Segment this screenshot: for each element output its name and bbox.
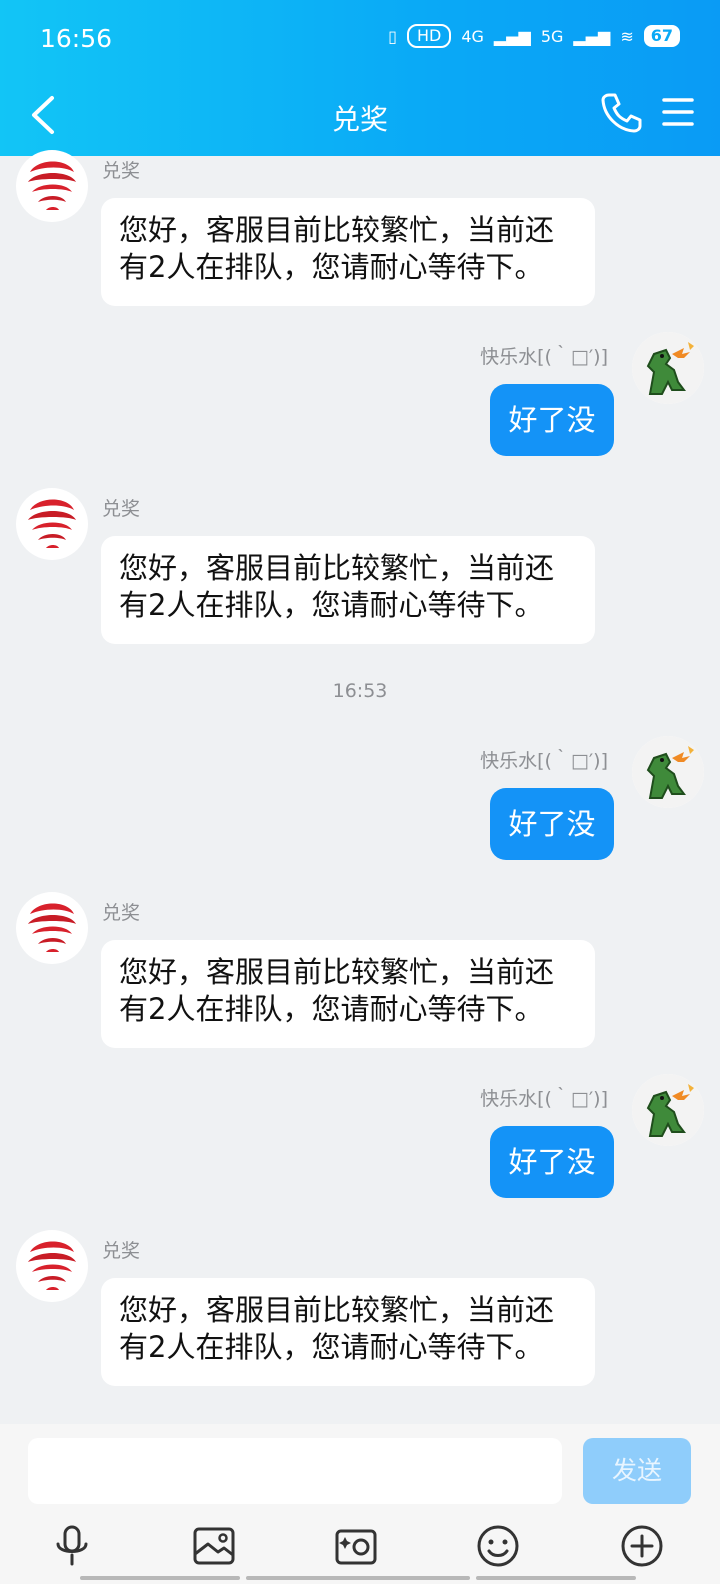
camera-icon[interactable] [334, 1524, 378, 1568]
bot-avatar[interactable] [16, 488, 88, 560]
network-5g-label: 5G [540, 26, 564, 46]
gesture-bar-segment [80, 1576, 240, 1580]
signal-4g-icon: ▂▄▆ [493, 26, 531, 46]
menu-icon[interactable] [662, 94, 694, 130]
composer: 发送 [0, 1424, 720, 1584]
sender-name: 快乐水[(｀□′)] [480, 1088, 608, 1110]
gesture-bar-segment [246, 1576, 470, 1580]
bot-logo-icon [18, 894, 86, 962]
user-avatar[interactable] [632, 1074, 704, 1146]
app-header: 16:56 ▯ HD 4G ▂▄▆ 5G ▂▄▆ ≋ 67 兑奖 [0, 0, 720, 156]
message-bubble[interactable]: 您好，客服目前比较繁忙，当前还有2人在排队，您请耐心等待下。 [101, 940, 595, 1048]
sender-name: 兑奖 [102, 1240, 141, 1262]
wifi-icon: ≋ [620, 26, 634, 46]
vibrate-icon: ▯ [388, 26, 397, 46]
message-list[interactable]: 兑奖 您好，客服目前比较繁忙，当前还有2人在排队，您请耐心等待下。 快乐水[(｀… [0, 150, 720, 1424]
status-icons: ▯ HD 4G ▂▄▆ 5G ▂▄▆ ≋ 67 [388, 24, 680, 48]
status-time: 16:56 [40, 24, 113, 53]
message-bubble[interactable]: 您好，客服目前比较繁忙，当前还有2人在排队，您请耐心等待下。 [101, 198, 595, 306]
hd-badge: HD [406, 24, 452, 48]
bot-logo-icon [18, 152, 86, 220]
sender-name: 兑奖 [102, 160, 141, 182]
bot-avatar[interactable] [16, 150, 88, 222]
user-avatar[interactable] [632, 736, 704, 808]
message-bubble[interactable]: 您好，客服目前比较繁忙，当前还有2人在排队，您请耐心等待下。 [101, 536, 595, 644]
sender-name: 兑奖 [102, 498, 141, 520]
user-avatar[interactable] [632, 332, 704, 404]
network-4g-label: 4G [461, 26, 484, 46]
bot-avatar[interactable] [16, 892, 88, 964]
image-icon[interactable] [192, 1524, 236, 1568]
phone-icon[interactable] [600, 90, 644, 134]
emoji-icon[interactable] [476, 1524, 520, 1568]
gesture-bar-segment [476, 1576, 636, 1580]
message-bubble[interactable]: 好了没 [490, 788, 614, 860]
bot-avatar[interactable] [16, 1230, 88, 1302]
sender-name: 兑奖 [102, 902, 141, 924]
sender-name: 快乐水[(｀□′)] [480, 346, 608, 368]
message-bubble[interactable]: 您好，客服目前比较繁忙，当前还有2人在排队，您请耐心等待下。 [101, 1278, 595, 1386]
dinosaur-avatar-icon [632, 332, 704, 404]
message-input[interactable] [28, 1438, 562, 1504]
battery-indicator: 67 [643, 25, 680, 47]
nav-bar: 兑奖 [0, 78, 720, 156]
sender-name: 快乐水[(｀□′)] [480, 750, 608, 772]
plus-icon[interactable] [620, 1524, 664, 1568]
microphone-icon[interactable] [50, 1524, 94, 1568]
send-button[interactable]: 发送 [583, 1438, 691, 1504]
status-bar: 16:56 ▯ HD 4G ▂▄▆ 5G ▂▄▆ ≋ 67 [0, 0, 720, 78]
message-timestamp: 16:53 [332, 680, 388, 702]
dinosaur-avatar-icon [632, 1074, 704, 1146]
bot-logo-icon [18, 490, 86, 558]
message-bubble[interactable]: 好了没 [490, 1126, 614, 1198]
dinosaur-avatar-icon [632, 736, 704, 808]
signal-5g-icon: ▂▄▆ [573, 26, 611, 46]
bot-logo-icon [18, 1232, 86, 1300]
message-bubble[interactable]: 好了没 [490, 384, 614, 456]
